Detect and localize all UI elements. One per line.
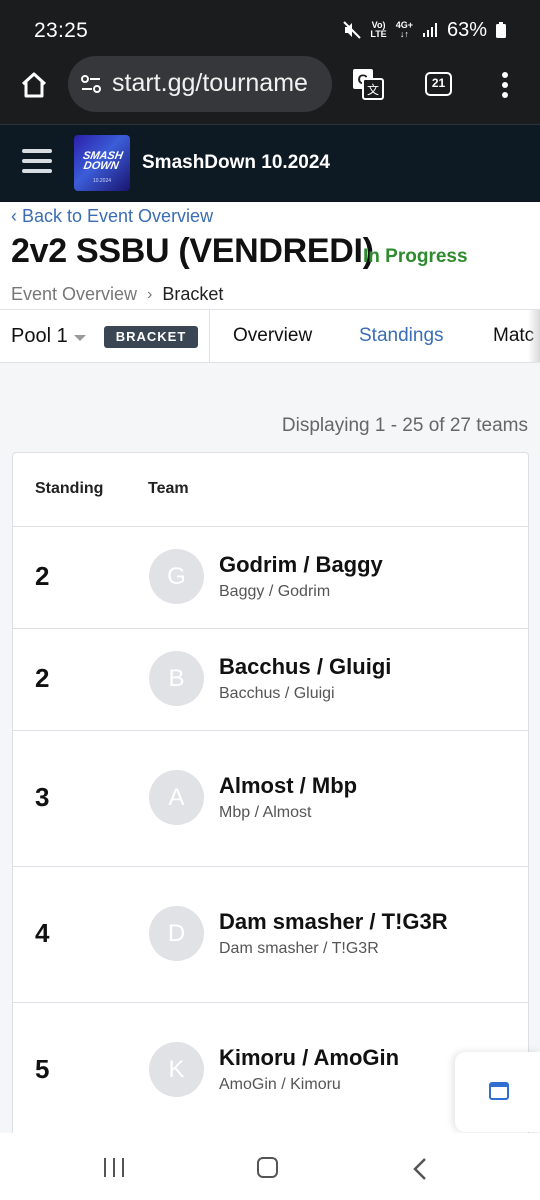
caret-down-icon	[73, 334, 86, 341]
window-icon	[489, 1082, 509, 1100]
avatar: G	[149, 549, 204, 604]
recent-apps-icon[interactable]	[104, 1158, 124, 1177]
breadcrumb: Event Overview › Bracket	[11, 284, 223, 305]
tab-divider	[209, 310, 210, 362]
menu-icon[interactable]	[22, 149, 52, 175]
svg-text:文: 文	[367, 82, 379, 97]
network-4g-icon: 4G+ ↓↑	[396, 21, 413, 39]
bracket-badge: BRACKET	[104, 326, 198, 348]
avatar: D	[149, 906, 204, 961]
logo-text: SMASH DOWN	[81, 150, 124, 172]
chevron-right-icon: ›	[147, 285, 153, 303]
team-rank: 3	[35, 782, 50, 812]
table-row[interactable]: 2 B Bacchus / Gluigi Bacchus / Gluigi	[13, 629, 528, 731]
site-header: SMASH DOWN 10.2024 SmashDown 10.2024	[0, 124, 540, 202]
url-text[interactable]: start.gg/tourname	[112, 69, 308, 98]
pool-label: Pool 1	[11, 325, 68, 347]
back-to-event-link[interactable]: ‹ Back to Event Overview	[11, 206, 213, 227]
mute-icon	[343, 21, 362, 39]
url-bar[interactable]: start.gg/tourname	[68, 56, 332, 112]
tab-scroll-fade	[528, 310, 540, 362]
team-rank: 2	[35, 663, 50, 693]
event-title: 2v2 SSBU (VENDREDI)	[11, 232, 374, 270]
table-row[interactable]: 2 G Godrim / Baggy Baggy / Godrim	[13, 527, 528, 629]
more-vertical-icon[interactable]	[500, 71, 510, 99]
team-members: Bacchus / Gluigi	[219, 685, 335, 702]
table-row[interactable]: 4 D Dam smasher / T!G3R Dam smasher / T!…	[13, 867, 528, 1003]
team-name[interactable]: Almost / Mbp	[219, 773, 357, 799]
table-row[interactable]: 5 K Kimoru / AmoGin AmoGin / Kimoru	[13, 1003, 528, 1139]
tab-bar: Pool 1 BRACKET Overview Standings Matc	[0, 309, 540, 363]
avatar: A	[149, 770, 204, 825]
column-header-standing: Standing	[35, 480, 104, 497]
battery-icon	[496, 22, 506, 38]
tab-standings[interactable]: Standings	[359, 325, 444, 347]
standings-table: Standing Team 2 G Godrim / Baggy Baggy /…	[12, 452, 529, 1152]
results-count: Displaying 1 - 25 of 27 teams	[281, 415, 528, 436]
team-name[interactable]: Dam smasher / T!G3R	[219, 909, 448, 935]
status-time: 23:25	[34, 19, 89, 42]
browser-toolbar: start.gg/tourname G 文 21	[0, 56, 540, 124]
table-header: Standing Team	[13, 453, 528, 527]
volte-bottom: LTE	[370, 29, 387, 39]
translate-icon[interactable]: G 文	[352, 68, 384, 100]
tournament-name[interactable]: SmashDown 10.2024	[142, 152, 330, 174]
team-members: AmoGin / Kimoru	[219, 1076, 341, 1093]
team-rank: 2	[35, 561, 50, 591]
team-members: Baggy / Godrim	[219, 583, 331, 600]
system-nav-bar	[0, 1133, 540, 1200]
event-status: In Progress	[363, 246, 468, 267]
tab-overview[interactable]: Overview	[233, 325, 312, 347]
data-arrows-icon: ↓↑	[399, 29, 409, 39]
signal-icon	[422, 23, 437, 37]
team-rank: 4	[35, 918, 50, 948]
battery-percent: 63%	[446, 18, 487, 41]
status-bar: 23:25 Vo) LTE 4G+ ↓↑ 63%	[0, 0, 540, 56]
breadcrumb-bracket: Bracket	[162, 284, 224, 304]
tournament-logo[interactable]: SMASH DOWN 10.2024	[74, 135, 130, 191]
team-name[interactable]: Bacchus / Gluigi	[219, 654, 391, 680]
floating-panel-button[interactable]	[455, 1052, 540, 1132]
team-name[interactable]: Kimoru / AmoGin	[219, 1045, 399, 1071]
logo-sub: 10.2024	[92, 178, 112, 184]
back-icon[interactable]	[412, 1157, 428, 1181]
team-rank: 5	[35, 1054, 50, 1084]
team-members: Dam smasher / T!G3R	[219, 940, 379, 957]
avatar: K	[149, 1042, 204, 1097]
site-settings-icon[interactable]	[80, 73, 102, 95]
home-button-icon[interactable]	[257, 1157, 278, 1178]
column-header-team: Team	[148, 480, 189, 497]
breadcrumb-event-overview[interactable]: Event Overview	[11, 284, 137, 305]
pool-selector[interactable]: Pool 1	[11, 325, 86, 348]
team-members: Mbp / Almost	[219, 804, 312, 821]
tab-switcher-icon[interactable]: 21	[425, 72, 452, 96]
avatar: B	[149, 651, 204, 706]
team-name[interactable]: Godrim / Baggy	[219, 552, 383, 578]
volte-icon: Vo) LTE	[370, 21, 386, 39]
status-icons: Vo) LTE 4G+ ↓↑ 63%	[343, 17, 506, 43]
home-icon[interactable]	[20, 71, 48, 99]
table-row[interactable]: 3 A Almost / Mbp Mbp / Almost	[13, 731, 528, 867]
